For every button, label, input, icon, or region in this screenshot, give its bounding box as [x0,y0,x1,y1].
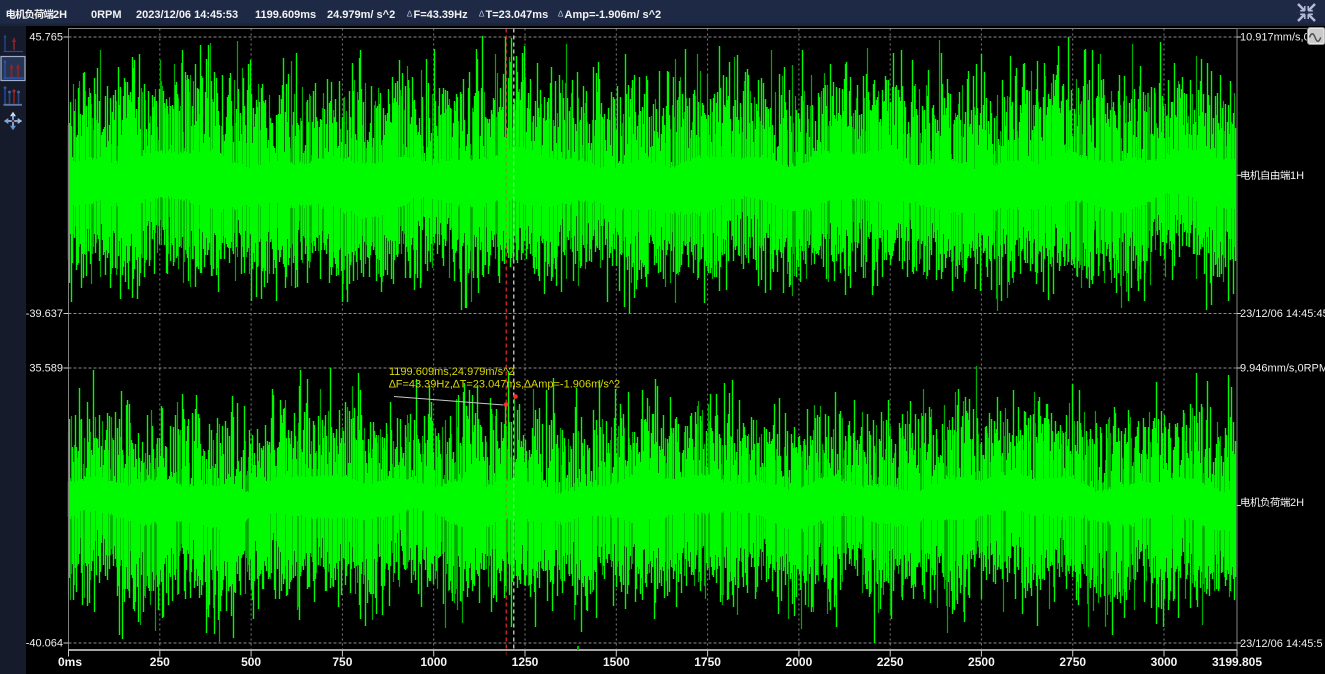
svg-text:∆: ∆ [479,9,485,19]
svg-text:3000: 3000 [1151,655,1178,669]
svg-text:1H: 1H [1290,170,1304,182]
svg-text:0RPM: 0RPM [91,9,122,21]
svg-text:3199.805: 3199.805 [1212,655,1262,669]
svg-text:2500: 2500 [968,655,995,669]
svg-text:9.946mm/s,0RPM: 9.946mm/s,0RPM [1240,363,1325,375]
svg-text:35.589: 35.589 [29,363,63,375]
svg-text:1000: 1000 [420,655,447,669]
svg-text:2023/12/06 14:45:53: 2023/12/06 14:45:53 [136,9,238,21]
svg-text:Amp=-1.906m/ s^2: Amp=-1.906m/ s^2 [565,9,662,21]
svg-text:1199.609ms: 1199.609ms [255,9,316,21]
svg-text:0ms: 0ms [58,655,82,669]
svg-text:2250: 2250 [877,655,904,669]
svg-text:T=23.047ms: T=23.047ms [486,9,549,21]
svg-text:500: 500 [241,655,261,669]
svg-text:2H: 2H [53,9,67,21]
svg-text:2H: 2H [1290,497,1304,509]
svg-text:2750: 2750 [1059,655,1086,669]
svg-text:45.765: 45.765 [29,32,63,44]
svg-text:-39.637: -39.637 [26,308,63,320]
svg-text:1750: 1750 [694,655,721,669]
svg-text:F=43.39Hz: F=43.39Hz [414,9,469,21]
svg-text:750: 750 [332,655,352,669]
svg-text:∆: ∆ [558,9,564,19]
svg-text:1500: 1500 [603,655,630,669]
svg-text:23/12/06 14:45:45: 23/12/06 14:45:45 [1240,308,1325,320]
svg-text:24.979m/ s^2: 24.979m/ s^2 [327,9,395,21]
svg-text:23/12/06 14:45:5: 23/12/06 14:45:5 [1240,638,1323,650]
svg-text:2000: 2000 [786,655,813,669]
svg-text:-40.064: -40.064 [26,638,63,650]
svg-text:1250: 1250 [512,655,539,669]
svg-text:∆F=43.39Hz,∆T=23.047ms,∆Amp=-1: ∆F=43.39Hz,∆T=23.047ms,∆Amp=-1.906m/s^2 [389,379,620,391]
svg-text:∆: ∆ [407,9,413,19]
svg-text:250: 250 [150,655,170,669]
svg-text:10.917mm/s,0R: 10.917mm/s,0R [1240,32,1318,44]
svg-text:1199.609ms,24.979m/s^2: 1199.609ms,24.979m/s^2 [389,366,514,378]
